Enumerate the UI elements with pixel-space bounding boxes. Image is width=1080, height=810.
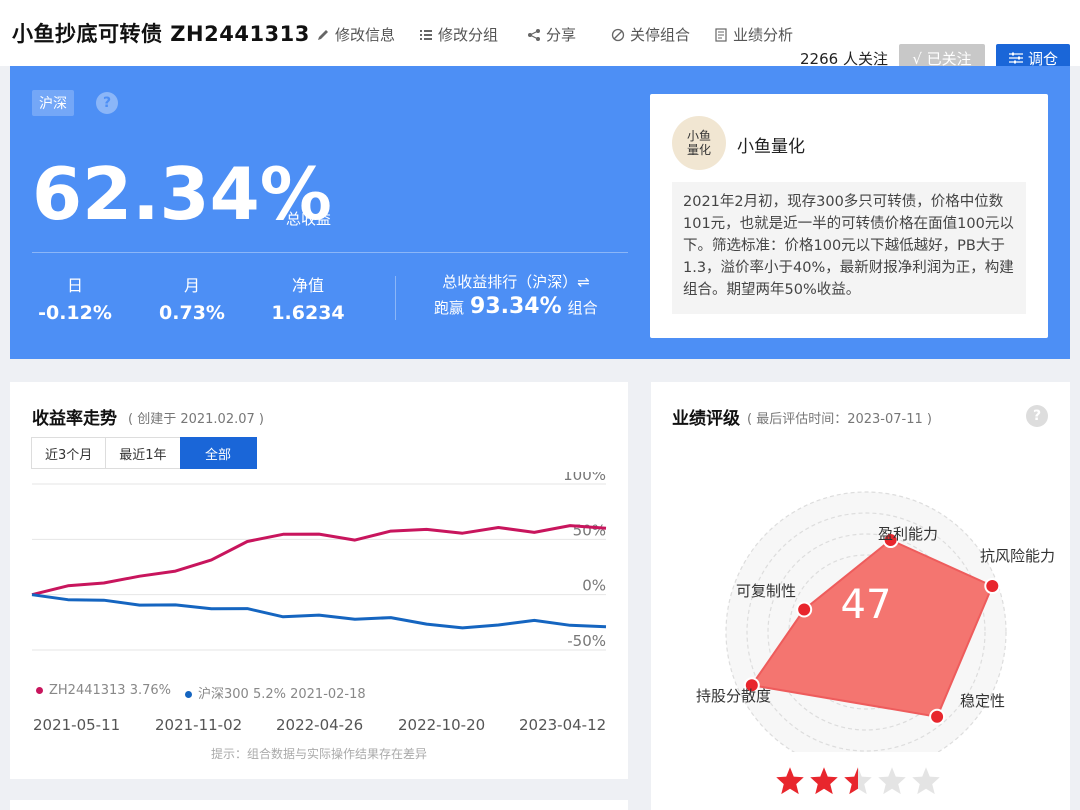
legend-label: ZH2441313 3.76% xyxy=(49,683,172,698)
tab-all[interactable]: 全部 xyxy=(179,437,257,469)
tab-1-year[interactable]: 最近1年 xyxy=(105,437,181,469)
tab-3-months[interactable]: 近3个月 xyxy=(31,437,107,469)
x-tick-label: 2022-04-26 xyxy=(276,716,364,734)
help-icon[interactable]: ? xyxy=(96,92,118,114)
stat-nav-value: 1.6234 xyxy=(271,302,345,324)
edit-group-label: 修改分组 xyxy=(438,26,499,44)
x-tick-label: 2022-10-20 xyxy=(398,716,486,734)
chart-legend: ZH2441313 3.76% 沪深300 5.2% 2021-02-18 xyxy=(36,683,366,702)
rank-value: 93.34% xyxy=(470,294,562,319)
market-tag: 沪深 xyxy=(32,90,74,116)
rank-line: 跑赢 93.34% 组合 xyxy=(434,294,598,319)
portfolio-description: 2021年2月初，现存300多只可转债，价格中位数101元，也就是近一半的可转债… xyxy=(672,182,1026,314)
return-trend-panel: 收益率走势 ( 创建于 2021.02.07 ) 近3个月 最近1年 全部 10… xyxy=(10,382,628,779)
radar-point[interactable] xyxy=(929,708,946,725)
radar-label: 抗风险能力 xyxy=(980,547,1056,565)
avatar[interactable]: 小鱼量化 xyxy=(672,116,726,170)
edit-group-button[interactable]: 修改分组 xyxy=(419,24,498,45)
legend-dot xyxy=(185,691,193,698)
range-tabs: 近3个月 最近1年 全部 xyxy=(31,437,257,469)
performance-analysis-button[interactable]: 业绩分析 xyxy=(714,24,793,45)
y-tick-label: 0% xyxy=(582,577,606,595)
stat-month-value: 0.73% xyxy=(159,302,225,324)
help-icon[interactable]: ? xyxy=(1026,405,1048,427)
rank-title[interactable]: 总收益排行（沪深）⇌ xyxy=(436,271,596,292)
return-trend-chart: 100% 50% 0% -50% xyxy=(31,472,607,651)
stat-month-label: 月 xyxy=(183,276,200,295)
data-disclaimer: 提示：组合数据与实际操作结果存在差异 xyxy=(210,747,427,761)
edit-info-label: 修改信息 xyxy=(335,26,396,44)
next-panel xyxy=(10,800,628,810)
summary-banner: 沪深 ? 62.34% 总收益 日 -0.12% 月 0.73% 净值 1.62… xyxy=(10,66,1070,359)
star-icon xyxy=(912,767,940,795)
share-button[interactable]: 分享 xyxy=(527,24,576,45)
star-icon xyxy=(776,767,804,795)
share-icon xyxy=(528,28,540,41)
performance-analysis-label: 业绩分析 xyxy=(733,26,794,44)
y-tick-label: -50% xyxy=(567,632,606,650)
legend-item-portfolio[interactable]: ZH2441313 3.76% xyxy=(36,683,171,702)
author-name[interactable]: 小鱼量化 xyxy=(737,132,805,157)
star-icon xyxy=(810,767,838,795)
sliders-icon xyxy=(1008,52,1023,64)
star-icon xyxy=(844,767,872,795)
avatar-text: 小鱼量化 xyxy=(686,128,711,157)
x-tick-label: 2021-11-02 xyxy=(155,716,243,734)
portfolio-title: 小鱼抄底可转债 ZH2441313 xyxy=(12,22,310,46)
report-icon xyxy=(715,27,727,42)
star-icon xyxy=(878,767,906,795)
stat-month: 月 0.73% xyxy=(137,272,247,324)
radar-label: 盈利能力 xyxy=(878,525,939,543)
close-portfolio-button[interactable]: 关停组合 xyxy=(611,24,690,45)
stat-day-value: -0.12% xyxy=(38,302,112,324)
share-label: 分享 xyxy=(546,26,577,44)
divider xyxy=(395,276,396,320)
legend-dot xyxy=(36,687,43,694)
top-bar: 小鱼抄底可转债 ZH2441313 修改信息 修改分组 分享 关停组合 业绩分析… xyxy=(0,0,1080,72)
rating-panel: 业绩评级 ( 最后评估时间：2023-07-11 ) ? 盈利能力 抗风险能力 … xyxy=(651,382,1070,810)
rank-suffix: 组合 xyxy=(567,299,598,317)
stat-nav-label: 净值 xyxy=(291,276,324,295)
y-tick-label: 50% xyxy=(573,521,606,539)
edit-info-button[interactable]: 修改信息 xyxy=(316,24,395,45)
divider xyxy=(32,252,628,253)
rank-prefix: 跑赢 xyxy=(434,299,465,317)
radar-label: 持股分散度 xyxy=(696,687,772,705)
radar-label: 可复制性 xyxy=(736,582,797,600)
stat-day: 日 -0.12% xyxy=(20,272,130,324)
stat-day-label: 日 xyxy=(66,276,83,295)
series-line[interactable] xyxy=(31,593,607,630)
close-portfolio-label: 关停组合 xyxy=(630,26,691,44)
x-tick-label: 2023-04-12 xyxy=(519,716,607,734)
legend-item-index[interactable]: 沪深300 5.2% 2021-02-18 xyxy=(185,683,366,702)
series-line[interactable] xyxy=(31,524,607,597)
edit-icon xyxy=(318,29,328,40)
description-card: 小鱼量化 小鱼量化 2021年2月初，现存300多只可转债，价格中位数101元，… xyxy=(650,94,1048,338)
rating-subtitle: ( 最后评估时间：2023-07-11 ) xyxy=(747,412,932,427)
trend-title: 收益率走势 xyxy=(32,409,117,429)
y-tick-label: 100% xyxy=(563,472,606,484)
trend-created: ( 创建于 2021.02.07 ) xyxy=(128,412,264,427)
stat-nav: 净值 1.6234 xyxy=(253,272,363,324)
total-return-label: 总收益 xyxy=(286,210,332,228)
rating-stars xyxy=(775,766,941,796)
radar-point[interactable] xyxy=(984,578,1001,595)
rating-score: 47 xyxy=(840,582,892,628)
ban-icon xyxy=(611,28,625,41)
legend-label: 沪深300 5.2% 2021-02-18 xyxy=(198,687,366,702)
radar-label: 稳定性 xyxy=(960,692,1006,710)
x-tick-label: 2021-05-11 xyxy=(33,716,121,734)
rating-title: 业绩评级 xyxy=(672,409,740,429)
list-icon xyxy=(420,29,432,40)
radar-point[interactable] xyxy=(796,601,813,618)
